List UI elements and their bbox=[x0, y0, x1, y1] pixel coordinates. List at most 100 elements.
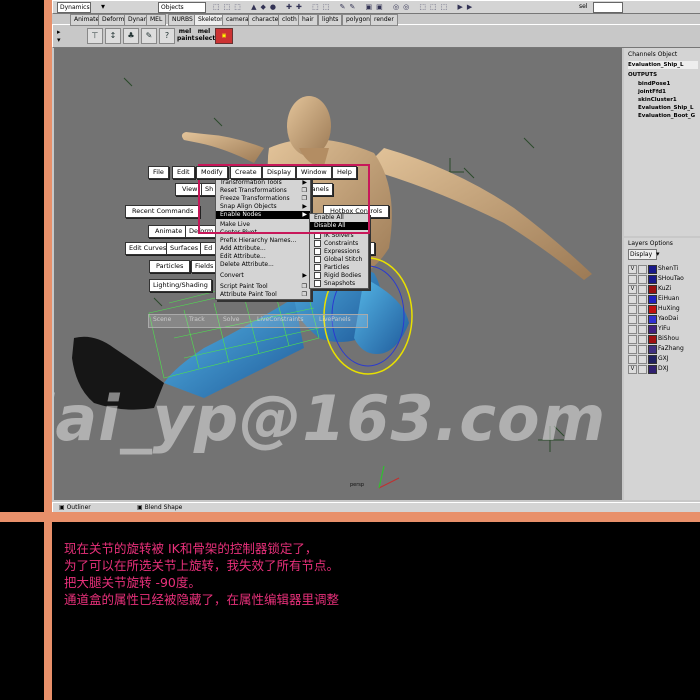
chevron-down-icon[interactable]: ▾ bbox=[656, 250, 660, 258]
submenu-item[interactable]: Constraints bbox=[310, 240, 368, 248]
output-node[interactable]: Evaluation_Boot_G bbox=[638, 112, 695, 120]
hotbox-fields[interactable]: Fields bbox=[191, 260, 218, 273]
layer-color-swatch[interactable] bbox=[648, 295, 657, 304]
layer-row[interactable]: FaZhang bbox=[628, 344, 700, 354]
layer-visibility-toggle[interactable]: V bbox=[628, 365, 637, 374]
menu-item[interactable]: Add Attribute... bbox=[216, 245, 310, 253]
ik-handle-icon[interactable]: ↕ bbox=[105, 28, 121, 44]
option-box-icon[interactable]: ❐ bbox=[302, 283, 307, 291]
hotbox-display[interactable]: Display bbox=[262, 166, 296, 179]
hotbox-faded-track[interactable]: Track bbox=[189, 316, 205, 323]
layer-row[interactable]: YaoDai bbox=[628, 314, 700, 324]
layer-color-swatch[interactable] bbox=[648, 285, 657, 294]
layer-template-toggle[interactable] bbox=[638, 275, 647, 284]
hotbox-file[interactable]: File bbox=[148, 166, 169, 179]
layer-visibility-toggle[interactable]: V bbox=[628, 265, 637, 274]
layer-color-swatch[interactable] bbox=[648, 315, 657, 324]
checkbox[interactable] bbox=[314, 256, 321, 263]
layer-color-swatch[interactable] bbox=[648, 305, 657, 314]
layer-color-swatch[interactable] bbox=[648, 365, 657, 374]
layer-row[interactable]: BiShou bbox=[628, 334, 700, 344]
hotbox-edit[interactable]: Edit bbox=[172, 166, 195, 179]
submenu-item[interactable]: Particles bbox=[310, 264, 368, 272]
mel-paint-button[interactable]: mel paint bbox=[177, 28, 195, 44]
submenu-item[interactable]: Rigid Bodies bbox=[310, 272, 368, 280]
layer-color-swatch[interactable] bbox=[648, 325, 657, 334]
layer-template-toggle[interactable] bbox=[638, 265, 647, 274]
layer-color-swatch[interactable] bbox=[648, 345, 657, 354]
hotbox-help[interactable]: Help bbox=[332, 166, 357, 179]
hotbox-edit-curves[interactable]: Edit Curves bbox=[125, 242, 171, 255]
output-node[interactable]: jointFfd1 bbox=[638, 88, 695, 96]
layer-visibility-toggle[interactable]: V bbox=[628, 285, 637, 294]
hotbox-faded-solve[interactable]: Solve bbox=[223, 316, 239, 323]
hotbox-create[interactable]: Create bbox=[230, 166, 262, 179]
layer-row[interactable]: V ShenTi bbox=[628, 264, 700, 274]
layer-row[interactable]: YiFu bbox=[628, 324, 700, 334]
shelf-tab-hair[interactable]: hair bbox=[298, 14, 318, 26]
chevron-down-icon[interactable]: ▾ bbox=[101, 3, 105, 11]
layer-template-toggle[interactable] bbox=[638, 305, 647, 314]
hotbox-modify[interactable]: Modify bbox=[196, 166, 228, 179]
outliner-tab[interactable]: ▣ Outliner bbox=[59, 503, 91, 512]
layer-row[interactable]: V DXJ bbox=[628, 364, 700, 374]
hotbox-lighting-shading[interactable]: Lighting/Shading bbox=[149, 279, 212, 292]
mel-select-button[interactable]: mel select bbox=[195, 28, 215, 44]
checkbox[interactable] bbox=[314, 240, 321, 247]
hotbox-animate[interactable]: Animate bbox=[148, 225, 190, 238]
paint-weights-icon[interactable]: ✎ bbox=[141, 28, 157, 44]
menu-item[interactable]: Delete Attribute... bbox=[216, 261, 310, 269]
layers-tab[interactable]: Layers Options bbox=[628, 240, 673, 247]
layer-color-swatch[interactable] bbox=[648, 275, 657, 284]
layer-row[interactable]: EiHuan bbox=[628, 294, 700, 304]
hotbox-faded-scene[interactable]: Scene bbox=[153, 316, 171, 323]
checkbox[interactable] bbox=[314, 272, 321, 279]
help-icon[interactable]: ? bbox=[159, 28, 175, 44]
menu-item[interactable]: Script Paint Tool ❐ bbox=[216, 283, 310, 291]
quick-select-field[interactable] bbox=[593, 2, 623, 13]
menu-item[interactable]: Convert ▶ bbox=[216, 272, 310, 280]
channels-tab[interactable]: Channels Object bbox=[628, 51, 677, 58]
output-node[interactable]: bindPose1 bbox=[638, 80, 695, 88]
layer-template-toggle[interactable] bbox=[638, 345, 647, 354]
submenu-item[interactable]: Expressions bbox=[310, 248, 368, 256]
layer-visibility-toggle[interactable] bbox=[628, 315, 637, 324]
checkbox[interactable] bbox=[314, 280, 321, 287]
hotbox-recent-commands[interactable]: Recent Commands bbox=[125, 205, 201, 218]
layer-row[interactable]: HuXing bbox=[628, 304, 700, 314]
layer-visibility-toggle[interactable] bbox=[628, 325, 637, 334]
layer-template-toggle[interactable] bbox=[638, 365, 647, 374]
submenu-arrow-icon[interactable]: ▶ bbox=[302, 272, 307, 280]
hotbox-faded-livepanels[interactable]: LivePanels bbox=[319, 316, 351, 323]
mode-dropdown[interactable]: Dynamics bbox=[57, 2, 91, 13]
checkbox[interactable] bbox=[314, 248, 321, 255]
hotbox-window[interactable]: Window bbox=[296, 166, 332, 179]
layer-row[interactable]: GXJ bbox=[628, 354, 700, 364]
shelf-menu-icon[interactable]: ▸ ▾ bbox=[57, 28, 67, 44]
submenu-item[interactable]: Snapshots bbox=[310, 280, 368, 288]
shelf-tab-mel[interactable]: MEL bbox=[146, 14, 167, 26]
hotbox-surfaces[interactable]: Surfaces bbox=[166, 242, 203, 255]
output-node[interactable]: skinCluster1 bbox=[638, 96, 695, 104]
menu-item[interactable]: Attribute Paint Tool ❐ bbox=[216, 291, 310, 299]
channel-node-name[interactable]: Evaluation_Ship_L bbox=[628, 61, 698, 69]
bind-skin-icon[interactable]: ♣ bbox=[123, 28, 139, 44]
status-icons[interactable]: ⬚⬚⬚ ▲◆● ✚✚ ⬚⬚ ✎✎ ▣▣ ◎◎ ⬚⬚⬚ ▶▶ bbox=[213, 3, 553, 11]
layer-template-toggle[interactable] bbox=[638, 285, 647, 294]
layer-color-swatch[interactable] bbox=[648, 265, 657, 274]
output-node[interactable]: Evaluation_Ship_L bbox=[638, 104, 695, 112]
menu-item[interactable]: Prefix Hierarchy Names... bbox=[216, 237, 310, 245]
hotbox-faded-liveconstraints[interactable]: LiveConstraints bbox=[257, 316, 304, 323]
checkbox[interactable] bbox=[314, 264, 321, 271]
menu-item[interactable]: Edit Attribute... bbox=[216, 253, 310, 261]
layer-template-toggle[interactable] bbox=[638, 315, 647, 324]
layer-template-toggle[interactable] bbox=[638, 355, 647, 364]
shelf-tab-lights[interactable]: lights bbox=[318, 14, 343, 26]
submenu-item[interactable]: Global Stitch bbox=[310, 256, 368, 264]
layer-visibility-toggle[interactable] bbox=[628, 275, 637, 284]
display-dropdown[interactable]: Display bbox=[628, 249, 657, 260]
layer-color-swatch[interactable] bbox=[648, 355, 657, 364]
layer-row[interactable]: V KuZi bbox=[628, 284, 700, 294]
layer-template-toggle[interactable] bbox=[638, 325, 647, 334]
layer-visibility-toggle[interactable] bbox=[628, 335, 637, 344]
